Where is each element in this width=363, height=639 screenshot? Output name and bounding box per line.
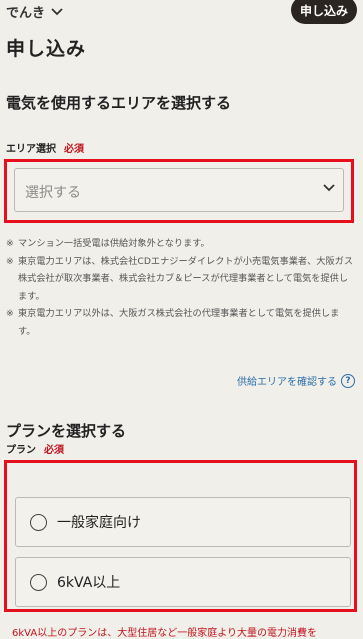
top-bar: でんき 申し込み (0, 0, 363, 26)
help-circle-icon: ? (341, 373, 355, 388)
brand-label: でんき (6, 6, 46, 21)
area-select-highlight: 選択する (4, 159, 354, 223)
area-select[interactable]: 選択する (14, 168, 344, 212)
note-mark: ※ (6, 238, 14, 249)
plan-options-highlight: 一般家庭向け 6kVA以上 (4, 460, 357, 612)
radio-button[interactable] (30, 513, 47, 531)
chevron-down-icon (51, 7, 63, 15)
brand-menu[interactable]: でんき (6, 2, 63, 21)
apply-button[interactable]: 申し込み (291, 0, 357, 24)
plan-footnote: 6kVA以上のプランは、大型住居など一般家庭より大量の電力消費を (12, 628, 317, 639)
required-badge: 必須 (64, 144, 84, 155)
area-section-title: 電気を使用するエリアを選択する (6, 94, 232, 112)
note-text: マンション一括受電は供給対象外となります。 (18, 238, 210, 249)
note-mark: ※ (6, 255, 14, 267)
required-badge: 必須 (44, 445, 64, 456)
note-item: ※ 東京電力エリアは、株式会社CDエナジーダイレクトが小売電気事業者、大阪ガス株… (6, 253, 356, 306)
plan-option-household[interactable]: 一般家庭向け (15, 497, 351, 547)
plan-section-title: プランを選択する (6, 422, 127, 440)
radio-button[interactable] (30, 573, 47, 591)
note-text: 東京電力エリア以外は、大阪ガス株式会社の代理事業者として電気を提供します。 (18, 308, 340, 337)
note-mark: ※ (6, 308, 14, 320)
plan-field-label: プラン 必須 (6, 441, 64, 456)
supply-area-link[interactable]: 供給エリアを確認する ? (237, 373, 355, 388)
chevron-down-icon (323, 184, 335, 192)
plan-label-text: プラン (6, 445, 36, 456)
area-notes: ※ マンション一括受電は供給対象外となります。 ※ 東京電力エリアは、株式会社C… (6, 235, 356, 341)
page-title: 申し込み (6, 38, 87, 60)
supply-area-link-label: 供給エリアを確認する (237, 377, 337, 388)
note-item: ※ マンション一括受電は供給対象外となります。 (6, 235, 356, 253)
area-label-text: エリア選択 (6, 144, 56, 155)
plan-option-6kva[interactable]: 6kVA以上 (15, 557, 351, 607)
area-select-value: 選択する (25, 185, 81, 201)
plan-option-label: 6kVA以上 (57, 575, 121, 591)
note-text: 東京電力エリアは、株式会社CDエナジーダイレクトが小売電気事業者、大阪ガス株式会… (18, 255, 354, 302)
area-field-label: エリア選択 必須 (6, 140, 84, 155)
note-item: ※ 東京電力エリア以外は、大阪ガス株式会社の代理事業者として電気を提供します。 (6, 305, 356, 340)
plan-option-label: 一般家庭向け (57, 515, 141, 531)
